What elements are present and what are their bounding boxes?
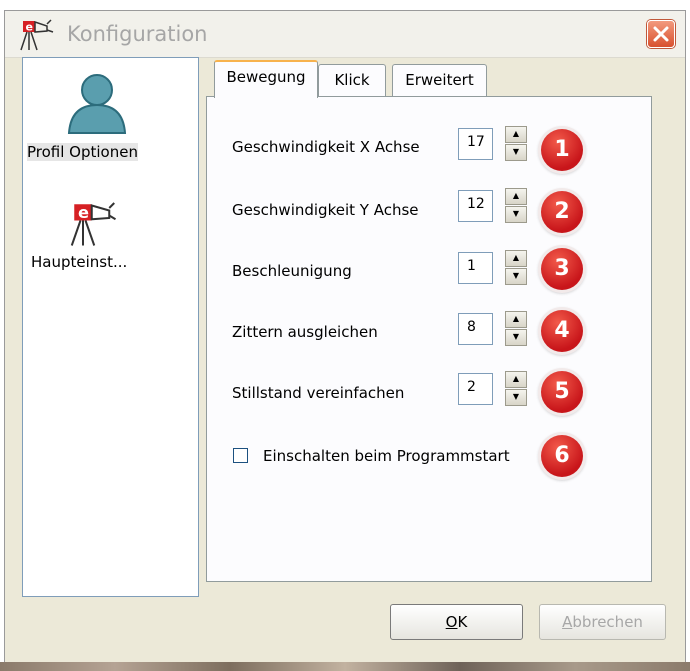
y-speed-stepper[interactable]: ▲ ▼	[505, 188, 527, 224]
callout-badge: 2	[541, 191, 583, 233]
callout-badge: 5	[541, 371, 583, 413]
tab-bewegung[interactable]: Bewegung	[214, 60, 318, 98]
setting-label-standstill: Stillstand vereinfachen	[232, 384, 405, 402]
spin-up-icon[interactable]: ▲	[505, 250, 527, 267]
ok-button-label: K	[457, 613, 468, 631]
ok-mnemonic: O	[445, 613, 458, 631]
tab-klick[interactable]: Klick	[318, 64, 386, 96]
tab-erweitert[interactable]: Erweitert	[392, 64, 487, 96]
window-title: Konfiguration	[67, 22, 208, 46]
spin-down-icon[interactable]: ▼	[505, 144, 527, 161]
spin-down-icon[interactable]: ▼	[505, 329, 527, 346]
cancel-button-label: bbrechen	[572, 613, 643, 631]
standstill-input[interactable]: 2	[458, 373, 493, 405]
callout-badge: 6	[541, 435, 583, 477]
sidebar-item-label: Profil Optionen	[27, 143, 138, 161]
spin-up-icon[interactable]: ▲	[505, 371, 527, 388]
close-button[interactable]	[647, 20, 675, 48]
setting-label-acceleration: Beschleunigung	[232, 262, 352, 280]
callout-badge: 3	[541, 248, 583, 290]
startup-checkbox[interactable]	[233, 448, 248, 463]
sidebar-item-label: Haupteinst...	[31, 253, 128, 271]
setting-label-x-speed: Geschwindigkeit X Achse	[232, 138, 420, 156]
profile-sidebar: Profil Optionen e Haupteinst...	[22, 57, 199, 597]
acceleration-input[interactable]: 1	[458, 252, 493, 284]
setting-label-y-speed: Geschwindigkeit Y Achse	[232, 201, 419, 219]
spin-up-icon[interactable]: ▲	[505, 311, 527, 328]
title-bar[interactable]: e Konfiguration	[5, 11, 685, 58]
standstill-stepper[interactable]: ▲ ▼	[505, 371, 527, 407]
acceleration-stepper[interactable]: ▲ ▼	[505, 250, 527, 286]
sidebar-item-main-settings[interactable]: e Haupteinst...	[23, 198, 198, 288]
jitter-stepper[interactable]: ▲ ▼	[505, 311, 527, 347]
close-icon	[653, 26, 669, 42]
ok-button[interactable]: OK	[390, 604, 523, 640]
x-speed-input[interactable]: 17	[458, 128, 493, 160]
svg-text:e: e	[26, 21, 33, 34]
app-icon: e	[19, 18, 59, 52]
startup-checkbox-label[interactable]: Einschalten beim Programmstart	[263, 447, 510, 465]
app-icon: e	[70, 202, 117, 246]
spin-up-icon[interactable]: ▲	[505, 126, 527, 143]
y-speed-input[interactable]: 12	[458, 190, 493, 222]
svg-text:e: e	[78, 203, 89, 222]
background-strip	[0, 662, 690, 671]
setting-label-jitter: Zittern ausgleichen	[232, 323, 378, 341]
spin-down-icon[interactable]: ▼	[505, 389, 527, 406]
spin-up-icon[interactable]: ▲	[505, 188, 527, 205]
callout-badge: 4	[541, 310, 583, 352]
user-icon	[67, 74, 127, 134]
cancel-button[interactable]: Abbrechen	[539, 604, 666, 640]
callout-badge: 1	[541, 129, 583, 171]
x-speed-stepper[interactable]: ▲ ▼	[505, 126, 527, 162]
jitter-input[interactable]: 8	[458, 313, 493, 345]
spin-down-icon[interactable]: ▼	[505, 206, 527, 223]
sidebar-item-profile-options[interactable]: Profil Optionen	[23, 68, 198, 168]
spin-down-icon[interactable]: ▼	[505, 268, 527, 285]
cancel-mnemonic: A	[562, 613, 573, 631]
